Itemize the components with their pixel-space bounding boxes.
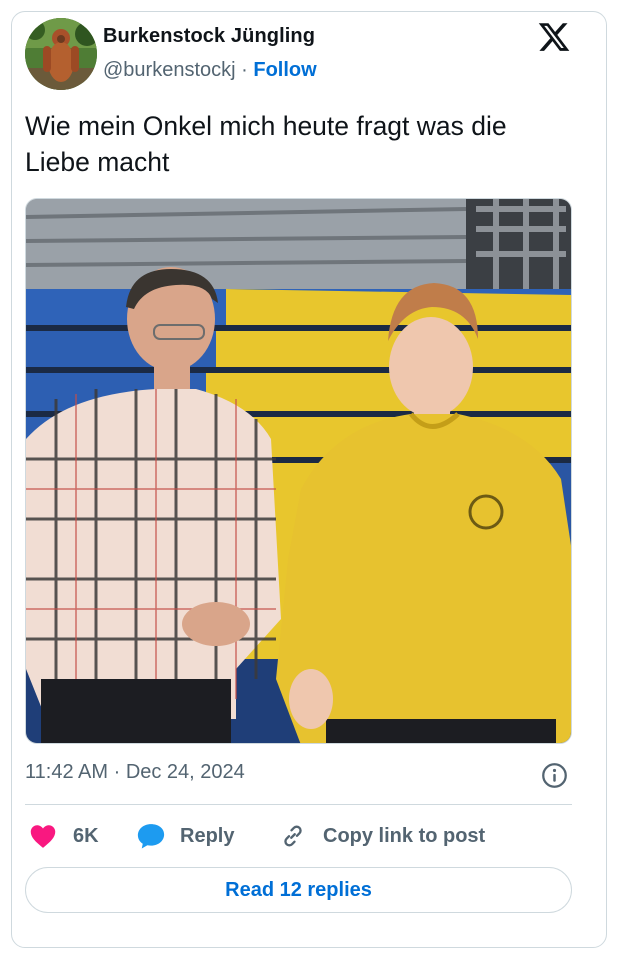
meta-separator: · [108,761,126,783]
follow-button[interactable]: Follow [253,59,316,81]
author-name[interactable]: Burkenstock Jüngling [103,25,315,48]
tweet-date: Dec 24, 2024 [125,761,245,783]
tweet-text-line-1: Wie mein Onkel mich heute fragt was die [25,111,507,141]
tweet-time: 11:42 AM [25,761,109,783]
read-replies-label: Read 12 replies [225,878,372,901]
tweet-text-line-2: Liebe macht [25,147,170,177]
reply-bubble-icon [137,824,165,849]
reply-button[interactable]: Reply [136,818,234,854]
like-count: 6K [73,824,99,847]
heart-icon [30,825,56,848]
tweet-text: Wie mein Onkel mich heute fragt was die … [25,108,585,180]
link-icon [284,825,302,847]
media-photo [26,199,571,743]
read-replies-button[interactable]: Read 12 replies [25,867,572,913]
copy-link-button[interactable]: Copy link to post [279,818,485,854]
like-button[interactable]: 6K [29,818,99,854]
divider [25,804,572,805]
author-handle[interactable]: @burkenstockj [103,59,236,81]
tweet-timestamp[interactable]: 11:42 AM · Dec 24, 2024 [25,761,245,784]
tweet-media-video[interactable] [25,198,572,744]
info-icon[interactable] [541,762,568,789]
author-handle-row: @burkenstockj · Follow [103,59,317,82]
x-logo-icon[interactable] [537,20,571,54]
avatar-image [25,18,97,90]
reply-label: Reply [180,824,235,847]
handle-separator: · [241,59,248,81]
action-bar: 6K Reply Copy link to post [25,818,572,854]
author-avatar[interactable] [25,18,97,90]
copy-link-label: Copy link to post [323,824,486,847]
